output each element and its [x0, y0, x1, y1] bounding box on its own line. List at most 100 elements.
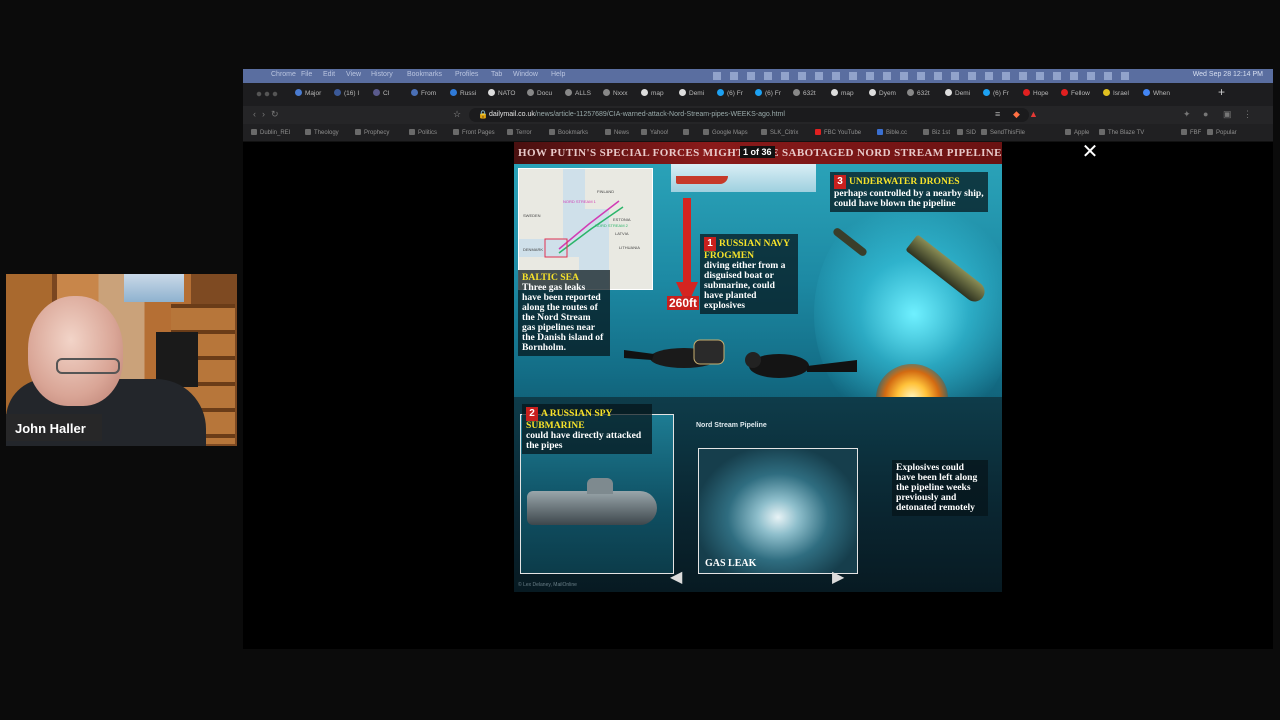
bookmark-item[interactable]: Prophecy [355, 129, 389, 136]
browser-tab[interactable]: map [831, 89, 854, 97]
arrow-right-icon[interactable]: ▶ [832, 570, 844, 586]
browser-tab[interactable]: Fellow [1061, 89, 1090, 97]
bookmark-star-icon[interactable]: ☆ [453, 109, 461, 120]
frogmen-title: 1 RUSSIAN NAVY FROGMEN [704, 237, 790, 261]
profile-icon[interactable]: ● [1203, 109, 1208, 119]
arrow-left-icon[interactable]: ◀ [670, 570, 682, 586]
browser-tab[interactable]: Demi [679, 89, 704, 97]
explosives-text: Explosives could have been left along th… [896, 462, 978, 513]
window-controls[interactable] [255, 91, 279, 97]
browser-tab[interactable]: When [1143, 89, 1170, 97]
menu-item[interactable]: Bookmarks [407, 71, 442, 78]
participant-name-tag: John Haller [6, 414, 102, 441]
nav-buttons[interactable]: ‹›↻ [253, 109, 285, 120]
bookmark-item[interactable]: Politics [409, 129, 437, 136]
reader-icon[interactable]: ≡ [995, 109, 1000, 119]
url-field[interactable]: 🔒 dailymail.co.uk/news/article-11257689/… [469, 108, 1029, 122]
explosives-box: Explosives could have been left along th… [892, 460, 988, 516]
bookmarks-bar: Dublin_REI Theology Prophecy Politics Fr… [243, 124, 1273, 142]
new-tab-icon[interactable]: + [1218, 85, 1225, 99]
bookmark-item[interactable]: Dublin_REI [251, 129, 290, 136]
extensions-icon[interactable]: ✦ [1183, 109, 1191, 120]
browser-tab[interactable]: Nxxx [603, 89, 627, 97]
bookmark-item[interactable]: Biz 1st [923, 129, 950, 136]
browser-tab[interactable]: Russi [450, 89, 476, 97]
menu-clock[interactable]: Wed Sep 28 12:14 PM [1193, 71, 1263, 78]
bookmark-item[interactable]: FBF [1181, 129, 1201, 136]
map-label: FINLAND [597, 189, 615, 194]
browser-tab[interactable]: 632t [907, 89, 930, 97]
bookmark-item[interactable]: Popular [1207, 129, 1237, 136]
bookmark-item[interactable]: News [605, 129, 629, 136]
bookmark-item[interactable]: SLK_Citrix [761, 129, 798, 136]
browser-tab[interactable]: 632t [793, 89, 816, 97]
menu-item[interactable]: Window [513, 71, 538, 78]
lock-icon: 🔒 [478, 110, 488, 119]
menu-item[interactable]: Edit [323, 71, 335, 78]
browser-tab[interactable]: map [641, 89, 664, 97]
menu-item[interactable]: Tab [491, 71, 502, 78]
frogmen-box: 1 RUSSIAN NAVY FROGMEN diving either from… [700, 234, 798, 314]
bookmark-item[interactable]: Bible.cc [877, 129, 907, 136]
browser-tab[interactable]: Demi [945, 89, 970, 97]
browser-tab[interactable]: From [411, 89, 436, 97]
submarine-illustration [527, 478, 657, 525]
map-label: DENMARK [523, 247, 544, 252]
menu-item[interactable]: File [301, 71, 312, 78]
map-label: LATVIA [615, 231, 629, 236]
bookmark-item[interactable]: SID [957, 129, 976, 136]
browser-tab[interactable]: (6) Fr [755, 89, 781, 97]
gas-leak-photo: GAS LEAK [698, 448, 858, 574]
menu-item[interactable]: History [371, 71, 393, 78]
frogman-illustration [624, 339, 725, 368]
menu-item[interactable]: Profiles [455, 71, 478, 78]
bookmark-item[interactable]: Yahoo! [641, 129, 669, 136]
menu-item[interactable]: Chrome [271, 71, 296, 78]
browser-tab[interactable]: CI [373, 89, 390, 97]
browser-tab[interactable]: Israel [1103, 89, 1129, 97]
infographic-headline-bar: HOW PUTIN'S SPECIAL FORCES MIGHT HAVE SA… [514, 142, 1002, 164]
map-label: NORD STREAM 2 [595, 223, 628, 228]
bookmark-item[interactable] [683, 129, 693, 136]
rewards-icon[interactable]: ▲ [1029, 109, 1038, 119]
map-label: SWEDEN [523, 213, 541, 218]
browser-tab[interactable]: ALLS [565, 89, 591, 97]
bookmark-item[interactable]: Terror [507, 129, 532, 136]
bookmark-item[interactable]: Google Maps [703, 129, 748, 136]
sidebar-icon[interactable]: ▣ [1223, 109, 1232, 120]
browser-tab[interactable]: (6) Fr [983, 89, 1009, 97]
bookmark-item[interactable]: Theology [305, 129, 339, 136]
bookmark-item[interactable]: SendThisFile [981, 129, 1025, 136]
browser-tab[interactable]: (6) Fr [717, 89, 743, 97]
browser-tab[interactable]: NATO [488, 89, 515, 97]
browser-tab[interactable]: Major [295, 89, 321, 97]
menu-item[interactable]: View [346, 71, 361, 78]
mac-menu-bar: Chrome File Edit View History Bookmarks … [243, 69, 1273, 83]
submarine-box: 2A RUSSIAN SPY SUBMARINE could have dire… [522, 404, 652, 454]
bookmark-item[interactable]: FBC YouTube [815, 129, 861, 136]
brave-shield-icon[interactable]: ◆ [1013, 109, 1020, 120]
ship-illustration [676, 176, 728, 184]
infographic-image: HOW PUTIN'S SPECIAL FORCES MIGHT HAVE SA… [514, 142, 1002, 592]
menu-item[interactable]: Help [551, 71, 565, 78]
browser-tab[interactable]: Hope [1023, 89, 1049, 97]
menu-icon[interactable]: ⋮ [1243, 109, 1252, 120]
bookmark-item[interactable]: Bookmarks [549, 129, 588, 136]
bookmark-item[interactable]: Front Pages [453, 129, 495, 136]
browser-tab[interactable]: Dyem [869, 89, 896, 97]
submarine-title: 2A RUSSIAN SPY SUBMARINE [526, 407, 613, 431]
drones-text: perhaps controlled by a nearby ship, cou… [834, 188, 984, 209]
browser-tab[interactable]: (16) I [334, 89, 359, 97]
tab-strip: Major (16) I CI From Russi NATO Docu ALL… [243, 83, 1273, 106]
map-label: NORD STREAM 1 [563, 199, 596, 204]
frogmen-text: diving either from a disguised boat or s… [704, 260, 786, 311]
browser-tab[interactable]: Docu [527, 89, 552, 97]
menu-extra-icons[interactable] [713, 72, 1133, 80]
bookmark-item[interactable]: The Blaze TV [1099, 129, 1144, 136]
drones-box: 3 UNDERWATER DRONES perhaps controlled by… [830, 172, 988, 212]
bookmark-item[interactable]: Apple [1065, 129, 1089, 136]
baltic-sea-box: BALTIC SEA Three gas leaks have been rep… [518, 270, 610, 356]
image-counter: 1 of 36 [740, 146, 775, 158]
url-text: dailymail.co.uk/news/article-11257689/CI… [489, 111, 785, 118]
close-icon[interactable]: ✕ [1080, 142, 1100, 162]
